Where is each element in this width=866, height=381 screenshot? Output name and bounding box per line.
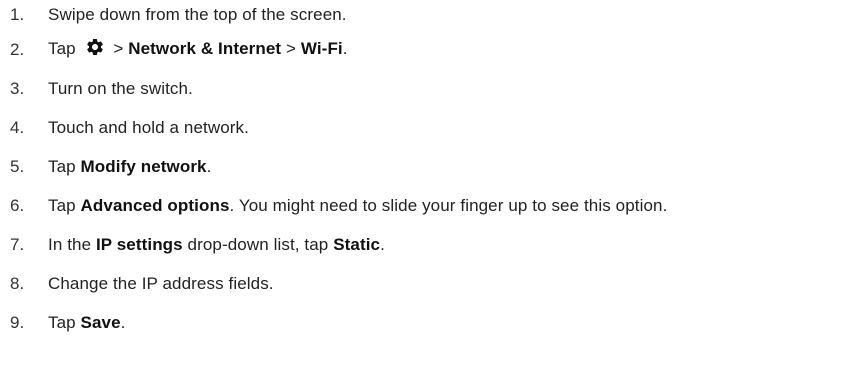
step-number: 2. [10,39,25,59]
step-8: 8. Change the IP address fields. [0,264,866,303]
step-3: 3. Turn on the switch. [0,69,866,108]
step-text: Touch and hold a network. [48,117,249,137]
step-text: Change the IP address fields. [48,273,274,293]
step-6: 6. Tap Advanced options. You might need … [0,186,866,225]
step-number: 9. [10,312,25,332]
step-text: Turn on the switch. [48,78,193,98]
step-2: 2. Tap > Network & Internet > Wi-Fi. [0,30,866,69]
step-number: 6. [10,195,25,215]
instruction-steps-list: 1. Swipe down from the top of the screen… [0,0,866,342]
step-9: 9. Tap Save. [0,303,866,342]
step-text: Tap Advanced options. You might need to … [48,195,668,215]
step-text: Tap > Network & Internet > Wi-Fi. [48,37,348,62]
step-7: 7. In the IP settings drop-down list, ta… [0,225,866,264]
step-number: 3. [10,78,25,98]
step-number: 4. [10,117,25,137]
step-number: 7. [10,234,25,254]
step-4: 4. Touch and hold a network. [0,108,866,147]
settings-gear-icon [85,37,105,62]
step-5: 5. Tap Modify network. [0,147,866,186]
step-text: Tap Modify network. [48,156,212,176]
step-text: Tap Save. [48,312,126,332]
step-number: 5. [10,156,25,176]
step-text: Swipe down from the top of the screen. [48,5,347,24]
step-1: 1. Swipe down from the top of the screen… [0,0,866,30]
step-number: 1. [10,5,25,24]
step-text: In the IP settings drop-down list, tap S… [48,234,385,254]
step-number: 8. [10,273,25,293]
